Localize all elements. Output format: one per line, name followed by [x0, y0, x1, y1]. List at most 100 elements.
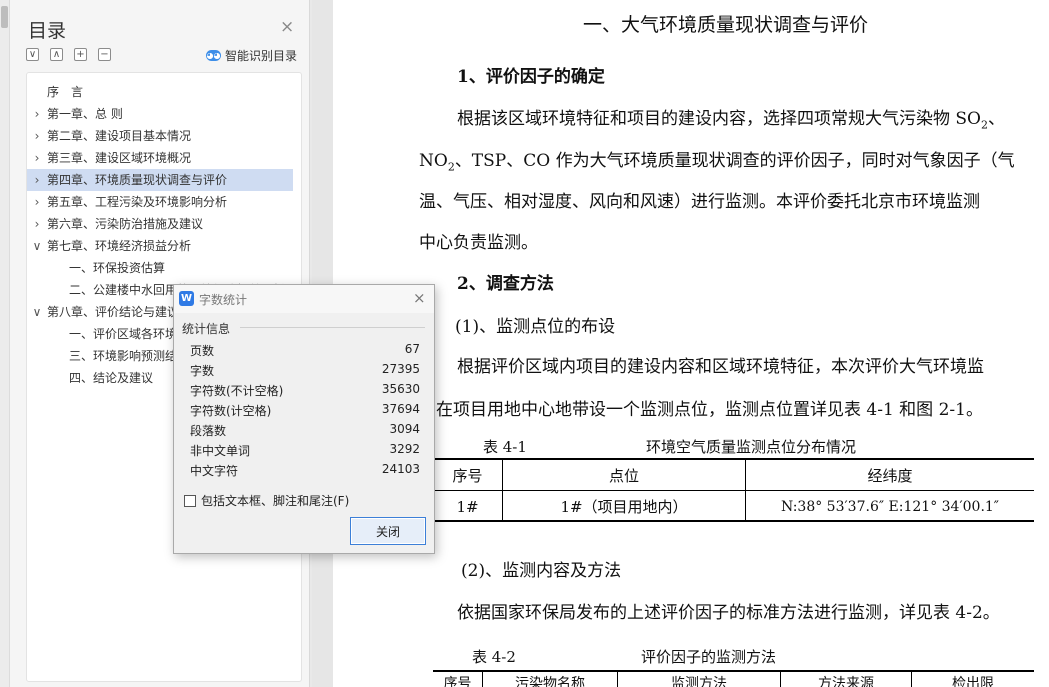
- dialog-title: 字数统计: [199, 293, 248, 307]
- collapse-all-button[interactable]: ∨: [26, 48, 39, 61]
- toc-item[interactable]: 一、环保投资估算: [27, 257, 293, 279]
- toc-item-label: 第二章、建设项目基本情况: [47, 129, 192, 143]
- toc-item[interactable]: › 第六章、污染防治措施及建议: [27, 213, 293, 235]
- toc-close-icon[interactable]: ×: [280, 17, 294, 37]
- toc-item[interactable]: › 第二章、建设项目基本情况: [27, 125, 293, 147]
- toc-title: 目录: [28, 20, 67, 42]
- subsection-2-2-title: (2)、监测内容及方法: [461, 561, 622, 581]
- table-4-1-caption-title: 环境空气质量监测点位分布情况: [646, 438, 857, 456]
- t41-cell-point: 1#（项目用地内）: [503, 491, 746, 522]
- chevron-right-icon[interactable]: ›: [31, 191, 43, 213]
- close-button[interactable]: 关闭: [350, 517, 426, 545]
- paragraph-2-line-1: 根据评价区域内项目的建设内容和区域环境特征，本次评价大气环境监: [457, 357, 984, 377]
- table-4-2-caption-number: 表 4-2: [472, 648, 516, 666]
- stat-label: 字符数(计空格): [190, 404, 272, 418]
- t41-cell-coords: N:38° 53′37.6″ E:121° 34′00.1″: [780, 498, 1000, 515]
- stat-label: 非中文单词: [190, 444, 251, 458]
- paragraph-1-line-4: 中心负责监测。: [419, 233, 538, 253]
- toc-item-label: 四、结论及建议: [69, 371, 154, 385]
- include-textbox-checkbox[interactable]: 包括文本框、脚注和尾注(F): [184, 492, 349, 509]
- section-heading: 一、大气环境质量现状调查与评价: [583, 14, 869, 36]
- stats-group-label: 统计信息: [182, 322, 231, 336]
- t41-header-no: 序号: [433, 460, 503, 490]
- toc-item-label: 第一章、总 则: [47, 107, 123, 121]
- checkbox-label: 包括文本框、脚注和尾注(F): [201, 494, 350, 508]
- t42-header-no: 序号: [433, 672, 483, 687]
- wps-writer-icon: W: [179, 291, 194, 306]
- table-4-2-caption-title: 评价因子的监测方法: [641, 648, 777, 666]
- t42-header-pollutant: 污染物名称: [483, 672, 618, 687]
- paragraph-1-line-2: NO2、TSP、CO 作为大气环境质量现状调查的评价因子，同时对气象因子（气: [419, 146, 1015, 173]
- stat-label: 中文字符: [190, 464, 239, 478]
- t41-header-coords: 经纬度: [867, 466, 913, 485]
- stat-value: 37694: [381, 402, 420, 416]
- strip-marker: [1, 6, 8, 28]
- chevron-right-icon[interactable]: ›: [31, 125, 43, 147]
- t42-header-limit: 检出限: [952, 676, 994, 687]
- chevron-down-icon[interactable]: ∨: [31, 235, 43, 257]
- toc-item-label: 第三章、建设区域环境概况: [47, 151, 192, 165]
- stat-value: 3094: [389, 422, 420, 436]
- chevron-right-icon[interactable]: ›: [31, 169, 43, 191]
- toc-item-label: 三、环境影响预测结论: [69, 349, 190, 363]
- paragraph-1-line-1: 根据该区域环境特征和项目的建设内容，选择四项常规大气污染物 SO2、: [457, 104, 1005, 131]
- p1-l1-sub: 2: [981, 118, 988, 132]
- chevron-right-icon[interactable]: ›: [31, 103, 43, 125]
- toc-item-label: 第四章、环境质量现状调查与评价: [47, 173, 228, 187]
- stat-row: 字符数(计空格) 37694: [190, 402, 420, 422]
- stat-value: 35630: [381, 382, 420, 396]
- add-heading-button[interactable]: +: [74, 48, 87, 61]
- chevron-down-icon[interactable]: ∨: [31, 301, 43, 323]
- checkbox-box[interactable]: [184, 494, 196, 507]
- t42-header-method: 监测方法: [618, 672, 781, 687]
- stat-label: 字符数(不计空格): [190, 384, 284, 398]
- toc-item[interactable]: 序 言: [27, 81, 293, 103]
- toc-item[interactable]: › 第四章、环境质量现状调查与评价: [27, 169, 293, 191]
- stat-label: 页数: [190, 344, 215, 358]
- toc-item-label: 第八章、评价结论与建议: [47, 305, 180, 319]
- stat-value: 24103: [381, 462, 420, 476]
- paragraph-3: 依据国家环保局发布的上述评价因子的标准方法进行监测，详见表 4-2。: [457, 603, 1000, 623]
- stat-row: 字数 27395: [190, 362, 420, 382]
- stat-label: 字数: [190, 364, 215, 378]
- stat-row: 非中文单词 3292: [190, 442, 420, 462]
- dialog-close-icon[interactable]: ×: [413, 289, 426, 307]
- p1-l2-sub: 2: [447, 160, 455, 174]
- t41-header-point: 点位: [503, 460, 746, 490]
- toc-item[interactable]: › 第一章、总 则: [27, 103, 293, 125]
- t42-header-source: 方法来源: [781, 672, 912, 687]
- smart-toc-button[interactable]: ◕◕ 智能识别目录: [206, 47, 297, 64]
- toc-item-label: 一、环保投资估算: [69, 261, 166, 275]
- toc-item[interactable]: › 第三章、建设区域环境概况: [27, 147, 293, 169]
- table-4-2: 序号 污染物名称 监测方法 方法来源 检出限: [433, 670, 1034, 687]
- table-4-1: 序号 点位 经纬度 1# 1#（项目用地内） N:38° 53′37.6″ E:…: [433, 458, 1034, 522]
- toc-item[interactable]: ∨ 第七章、环境经济损益分析: [27, 235, 293, 257]
- chevron-right-icon[interactable]: ›: [31, 147, 43, 169]
- dialog-titlebar[interactable]: W 字数统计 ×: [174, 285, 434, 313]
- paragraph-1-line-3: 温、气压、相对湿度、风向和风速）进行监测。本评价委托北京市环境监测: [419, 192, 980, 212]
- stat-row: 中文字符 24103: [190, 462, 420, 482]
- left-edge-strip: [0, 0, 10, 687]
- toc-item-label: 序 言: [47, 85, 84, 99]
- toc-item-label: 第六章、污染防治措施及建议: [47, 217, 204, 231]
- p1-l1-text: 根据该区域环境特征和项目的建设内容，选择四项常规大气污染物 SO: [457, 109, 981, 129]
- chevron-right-icon[interactable]: ›: [31, 213, 43, 235]
- stat-value: 67: [404, 342, 420, 356]
- ai-icon: ◕◕: [206, 50, 221, 61]
- paragraph-2-line-2: 测在项目用地中心地带设一个监测点位，监测点位置详见表 4-1 和图 2-1。: [419, 400, 983, 420]
- table-4-1-caption-number: 表 4-1: [483, 438, 527, 456]
- stat-row: 段落数 3094: [190, 422, 420, 442]
- p1-l1-tail: 、: [988, 109, 1005, 129]
- toc-item-label: 第五章、工程污染及环境影响分析: [47, 195, 228, 209]
- toc-item[interactable]: › 第五章、工程污染及环境影响分析: [27, 191, 293, 213]
- subsection-2-title: 2、调查方法: [457, 274, 554, 294]
- smart-toc-label: 智能识别目录: [225, 49, 298, 63]
- stat-value: 3292: [389, 442, 420, 456]
- expand-all-button[interactable]: ∧: [50, 48, 63, 61]
- word-count-dialog: W 字数统计 × 统计信息 页数 67 字数 27395 字符数(不计空格) 35630 字…: [173, 284, 435, 554]
- document-page[interactable]: 一、大气环境质量现状调查与评价 1、评价因子的确定 根据该区域环境特征和项目的建…: [333, 0, 1049, 687]
- stats-group-divider: [240, 327, 425, 328]
- remove-heading-button[interactable]: −: [98, 48, 111, 61]
- stat-row: 字符数(不计空格) 35630: [190, 382, 420, 402]
- stat-label: 段落数: [190, 424, 227, 438]
